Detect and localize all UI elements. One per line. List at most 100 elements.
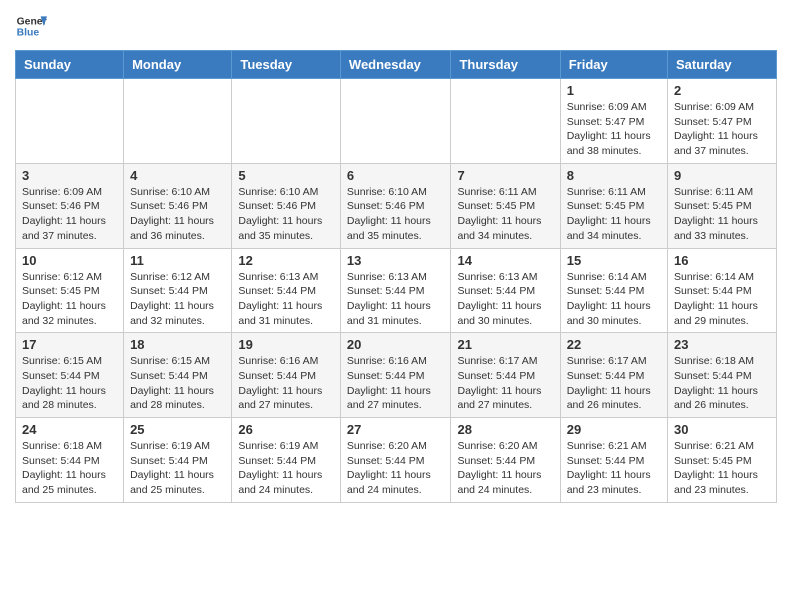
day-info: Sunrise: 6:15 AMSunset: 5:44 PMDaylight:… [130,354,225,413]
day-number: 8 [567,168,661,183]
day-info: Sunrise: 6:11 AMSunset: 5:45 PMDaylight:… [567,185,661,244]
logo-icon: General Blue [15,10,47,42]
calendar-cell: 19 Sunrise: 6:16 AMSunset: 5:44 PMDayligh… [232,333,341,418]
calendar-cell: 30 Sunrise: 6:21 AMSunset: 5:45 PMDayligh… [668,418,777,503]
day-info: Sunrise: 6:21 AMSunset: 5:44 PMDaylight:… [567,439,661,498]
calendar-cell: 21 Sunrise: 6:17 AMSunset: 5:44 PMDayligh… [451,333,560,418]
calendar-cell: 29 Sunrise: 6:21 AMSunset: 5:44 PMDayligh… [560,418,667,503]
day-number: 25 [130,422,225,437]
day-info: Sunrise: 6:18 AMSunset: 5:44 PMDaylight:… [22,439,117,498]
calendar-cell: 26 Sunrise: 6:19 AMSunset: 5:44 PMDayligh… [232,418,341,503]
day-info: Sunrise: 6:12 AMSunset: 5:45 PMDaylight:… [22,270,117,329]
calendar-cell: 23Sunrise: 6:18 AMSunset: 5:44 PMDayligh… [668,333,777,418]
day-info: Sunrise: 6:20 AMSunset: 5:44 PMDaylight:… [347,439,445,498]
calendar-week-5: 24 Sunrise: 6:18 AMSunset: 5:44 PMDayligh… [16,418,777,503]
day-info: Sunrise: 6:18 AMSunset: 5:44 PMDaylight:… [674,354,770,413]
calendar-week-2: 3 Sunrise: 6:09 AMSunset: 5:46 PMDaylight… [16,163,777,248]
day-number: 14 [457,253,553,268]
weekday-header-thursday: Thursday [451,51,560,79]
day-info: Sunrise: 6:14 AMSunset: 5:44 PMDaylight:… [567,270,661,329]
day-number: 9 [674,168,770,183]
day-number: 20 [347,337,445,352]
day-number: 6 [347,168,445,183]
day-info: Sunrise: 6:13 AMSunset: 5:44 PMDaylight:… [347,270,445,329]
weekday-header-monday: Monday [124,51,232,79]
day-info: Sunrise: 6:21 AMSunset: 5:45 PMDaylight:… [674,439,770,498]
day-number: 13 [347,253,445,268]
calendar-cell [232,79,341,164]
day-number: 5 [238,168,334,183]
day-info: Sunrise: 6:14 AMSunset: 5:44 PMDaylight:… [674,270,770,329]
calendar-cell: 10 Sunrise: 6:12 AMSunset: 5:45 PMDayligh… [16,248,124,333]
day-info: Sunrise: 6:16 AMSunset: 5:44 PMDaylight:… [238,354,334,413]
calendar-cell: 7 Sunrise: 6:11 AMSunset: 5:45 PMDaylight… [451,163,560,248]
day-number: 10 [22,253,117,268]
day-number: 28 [457,422,553,437]
calendar-week-1: 1 Sunrise: 6:09 AMSunset: 5:47 PMDaylight… [16,79,777,164]
day-number: 7 [457,168,553,183]
calendar-cell: 1 Sunrise: 6:09 AMSunset: 5:47 PMDaylight… [560,79,667,164]
day-number: 15 [567,253,661,268]
calendar-cell: 13 Sunrise: 6:13 AMSunset: 5:44 PMDayligh… [340,248,451,333]
calendar-cell: 22Sunrise: 6:17 AMSunset: 5:44 PMDayligh… [560,333,667,418]
day-number: 11 [130,253,225,268]
calendar-cell: 24 Sunrise: 6:18 AMSunset: 5:44 PMDayligh… [16,418,124,503]
day-number: 2 [674,83,770,98]
calendar-cell: 2 Sunrise: 6:09 AMSunset: 5:47 PMDaylight… [668,79,777,164]
calendar-cell: 20 Sunrise: 6:16 AMSunset: 5:44 PMDayligh… [340,333,451,418]
day-number: 4 [130,168,225,183]
calendar-cell: 6 Sunrise: 6:10 AMSunset: 5:46 PMDaylight… [340,163,451,248]
calendar-week-3: 10 Sunrise: 6:12 AMSunset: 5:45 PMDayligh… [16,248,777,333]
day-number: 30 [674,422,770,437]
calendar-cell: 9 Sunrise: 6:11 AMSunset: 5:45 PMDaylight… [668,163,777,248]
day-number: 26 [238,422,334,437]
calendar-week-4: 17 Sunrise: 6:15 AMSunset: 5:44 PMDayligh… [16,333,777,418]
day-number: 29 [567,422,661,437]
weekday-header-wednesday: Wednesday [340,51,451,79]
day-info: Sunrise: 6:11 AMSunset: 5:45 PMDaylight:… [457,185,553,244]
calendar-cell: 4 Sunrise: 6:10 AMSunset: 5:46 PMDaylight… [124,163,232,248]
day-info: Sunrise: 6:20 AMSunset: 5:44 PMDaylight:… [457,439,553,498]
day-info: Sunrise: 6:10 AMSunset: 5:46 PMDaylight:… [347,185,445,244]
calendar-cell: 18Sunrise: 6:15 AMSunset: 5:44 PMDayligh… [124,333,232,418]
calendar-cell: 28 Sunrise: 6:20 AMSunset: 5:44 PMDayligh… [451,418,560,503]
calendar-table: SundayMondayTuesdayWednesdayThursdayFrid… [15,50,777,503]
weekday-header-friday: Friday [560,51,667,79]
day-number: 12 [238,253,334,268]
day-number: 19 [238,337,334,352]
day-info: Sunrise: 6:17 AMSunset: 5:44 PMDaylight:… [457,354,553,413]
svg-text:Blue: Blue [17,28,40,39]
day-number: 21 [457,337,553,352]
calendar-cell: 16Sunrise: 6:14 AMSunset: 5:44 PMDayligh… [668,248,777,333]
calendar-cell: 15 Sunrise: 6:14 AMSunset: 5:44 PMDayligh… [560,248,667,333]
calendar-cell [16,79,124,164]
weekday-header-sunday: Sunday [16,51,124,79]
page-header: General Blue [15,10,777,42]
day-number: 27 [347,422,445,437]
day-info: Sunrise: 6:09 AMSunset: 5:47 PMDaylight:… [674,100,770,159]
day-info: Sunrise: 6:09 AMSunset: 5:46 PMDaylight:… [22,185,117,244]
calendar-header-row: SundayMondayTuesdayWednesdayThursdayFrid… [16,51,777,79]
day-info: Sunrise: 6:10 AMSunset: 5:46 PMDaylight:… [130,185,225,244]
calendar-cell [451,79,560,164]
day-number: 17 [22,337,117,352]
day-info: Sunrise: 6:19 AMSunset: 5:44 PMDaylight:… [238,439,334,498]
calendar-cell: 27 Sunrise: 6:20 AMSunset: 5:44 PMDayligh… [340,418,451,503]
day-number: 1 [567,83,661,98]
calendar-cell: 8 Sunrise: 6:11 AMSunset: 5:45 PMDaylight… [560,163,667,248]
day-info: Sunrise: 6:12 AMSunset: 5:44 PMDaylight:… [130,270,225,329]
day-info: Sunrise: 6:15 AMSunset: 5:44 PMDaylight:… [22,354,117,413]
calendar-cell: 5Sunrise: 6:10 AMSunset: 5:46 PMDaylight… [232,163,341,248]
day-number: 24 [22,422,117,437]
day-info: Sunrise: 6:19 AMSunset: 5:44 PMDaylight:… [130,439,225,498]
calendar-cell: 17 Sunrise: 6:15 AMSunset: 5:44 PMDayligh… [16,333,124,418]
day-info: Sunrise: 6:09 AMSunset: 5:47 PMDaylight:… [567,100,661,159]
weekday-header-tuesday: Tuesday [232,51,341,79]
day-info: Sunrise: 6:13 AMSunset: 5:44 PMDaylight:… [238,270,334,329]
day-info: Sunrise: 6:11 AMSunset: 5:45 PMDaylight:… [674,185,770,244]
day-info: Sunrise: 6:16 AMSunset: 5:44 PMDaylight:… [347,354,445,413]
day-number: 3 [22,168,117,183]
logo: General Blue [15,10,51,42]
calendar-cell: 12 Sunrise: 6:13 AMSunset: 5:44 PMDayligh… [232,248,341,333]
calendar-cell [340,79,451,164]
